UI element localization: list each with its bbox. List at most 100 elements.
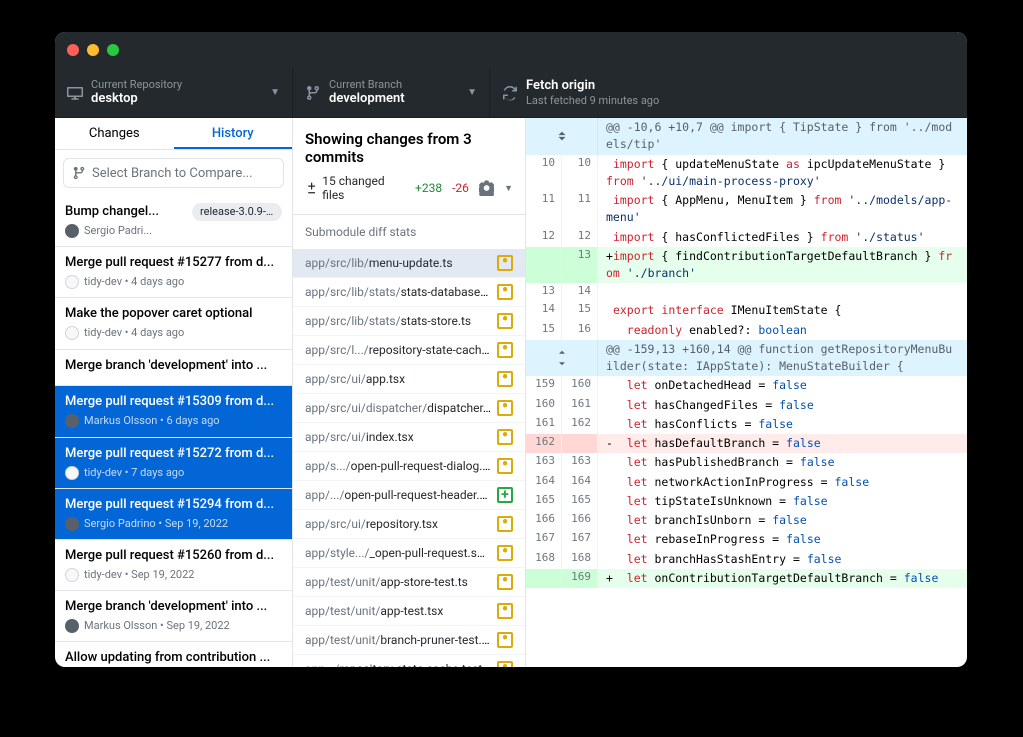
diff-line[interactable]: 1212 import { hasConflictedFiles } from … xyxy=(526,228,967,247)
diff-line[interactable]: 168168 let branchHasStashEntry = false xyxy=(526,550,967,569)
maximize-window-button[interactable] xyxy=(107,44,119,56)
commit-item[interactable]: Merge pull request #15294 from d...Sergi… xyxy=(55,489,292,540)
file-item[interactable]: app/src/l.../repository-state-cache.ts• xyxy=(293,336,525,365)
modified-icon: • xyxy=(497,400,513,416)
commit-meta: Markus Olsson • 6 days ago xyxy=(65,414,282,428)
old-line-number: 14 xyxy=(526,301,562,320)
new-line-number: 161 xyxy=(562,396,598,415)
old-line-number: 10 xyxy=(526,155,562,192)
old-line-number: 11 xyxy=(526,191,562,228)
diff-code: let hasChangedFiles = false xyxy=(598,396,967,415)
repo-dropdown-value: desktop xyxy=(91,91,262,107)
branch-icon xyxy=(72,166,86,180)
file-item[interactable]: app/src/ui/app.tsx• xyxy=(293,365,525,394)
modified-icon: • xyxy=(497,545,513,561)
deletions-count: -26 xyxy=(452,181,469,195)
commit-item[interactable]: Merge pull request #15272 from d...tidy-… xyxy=(55,438,292,489)
chevron-down-icon[interactable]: ▼ xyxy=(504,183,513,194)
diff-line[interactable]: 159160 let onDetachedHead = false xyxy=(526,376,967,395)
commit-list[interactable]: Bump changel...release-3.0.9-...Sergio P… xyxy=(55,196,292,667)
file-item[interactable]: app/src/ui/index.tsx• xyxy=(293,423,525,452)
file-item[interactable]: app/style.../_open-pull-request.scss• xyxy=(293,539,525,568)
diff-line[interactable]: 164164 let networkActionInProgress = fal… xyxy=(526,473,967,492)
modified-icon: • xyxy=(497,661,513,667)
commit-tag: release-3.0.9-... xyxy=(192,203,282,221)
commit-item[interactable]: Merge branch 'development' into ...Marku… xyxy=(55,591,292,642)
file-item[interactable]: app/src/lib/stats/stats-store.ts• xyxy=(293,307,525,336)
avatar xyxy=(65,568,79,582)
expand-hunk-button[interactable] xyxy=(526,340,598,377)
diff-line[interactable]: 166166 let branchIsUnborn = false xyxy=(526,511,967,530)
old-line-number: 167 xyxy=(526,530,562,549)
commit-item[interactable]: Merge pull request #15260 from d...tidy-… xyxy=(55,540,292,591)
file-item[interactable]: app/test/unit/app-store-test.ts• xyxy=(293,568,525,597)
file-item[interactable]: app/test/unit/app-test.tsx• xyxy=(293,597,525,626)
commit-item[interactable]: Merge pull request #15309 from d...Marku… xyxy=(55,386,292,437)
diff-line[interactable]: 1314 xyxy=(526,283,967,301)
diff-line[interactable]: 169+ let onContributionTargetDefaultBran… xyxy=(526,569,967,588)
compare-branch-selector[interactable]: Select Branch to Compare... xyxy=(63,158,284,188)
file-path: app/.../open-pull-request-header.tsx xyxy=(305,488,491,502)
file-path: app/s.../open-pull-request-dialog.tsx xyxy=(305,459,491,473)
diff-hunk-header[interactable]: @@ -10,6 +10,7 @@ import { TipState } fr… xyxy=(526,118,967,155)
diff-line[interactable]: 1516 readonly enabled?: boolean xyxy=(526,321,967,340)
new-line-number xyxy=(562,434,598,453)
app-window: Current Repository desktop ▼ Current Bra… xyxy=(55,32,967,667)
submodule-stats-label: Submodule diff stats xyxy=(293,215,525,249)
fetch-button[interactable]: Fetch origin Last fetched 9 minutes ago xyxy=(490,68,967,117)
tab-changes[interactable]: Changes xyxy=(55,118,174,149)
commit-item[interactable]: Merge branch 'development' into ... xyxy=(55,350,292,387)
commit-item[interactable]: Make the popover caret optionaltidy-dev … xyxy=(55,298,292,349)
commit-summary-header: Showing changes from 3 commits 15 change… xyxy=(293,118,525,215)
tab-history[interactable]: History xyxy=(174,118,293,149)
file-item[interactable]: app/test/unit/branch-pruner-test.ts• xyxy=(293,626,525,655)
file-list[interactable]: app/src/lib/menu-update.ts•app/src/lib/s… xyxy=(293,249,525,667)
commit-item[interactable]: Merge pull request #15277 from d...tidy-… xyxy=(55,247,292,298)
commit-item[interactable]: Bump changel...release-3.0.9-...Sergio P… xyxy=(55,196,292,247)
old-line-number: 159 xyxy=(526,376,562,395)
commit-meta: tidy-dev • 7 days ago xyxy=(65,466,282,480)
file-item[interactable]: app/src/ui/repository.tsx • xyxy=(293,510,525,539)
new-line-number: 162 xyxy=(562,415,598,434)
diff-line[interactable]: 165165 let tipStateIsUnknown = false xyxy=(526,492,967,511)
file-item[interactable]: app/src/lib/menu-update.ts• xyxy=(293,249,525,278)
file-item[interactable]: app/src/ui/dispatcher/dispatcher.ts• xyxy=(293,394,525,423)
file-path: app.../repository-state-cache-test.ts xyxy=(305,662,491,667)
repository-dropdown[interactable]: Current Repository desktop ▼ xyxy=(55,68,293,117)
commit-meta: Sergio Padrino • Sep 19, 2022 xyxy=(65,517,282,531)
branch-dropdown[interactable]: Current Branch development ▼ xyxy=(293,68,490,117)
old-line-number: 12 xyxy=(526,228,562,247)
file-item[interactable]: app.../repository-state-cache-test.ts • xyxy=(293,655,525,667)
gear-icon[interactable] xyxy=(479,180,494,196)
commit-item[interactable]: Allow updating from contribution ...Mark… xyxy=(55,642,292,667)
file-item[interactable]: app/s.../open-pull-request-dialog.tsx• xyxy=(293,452,525,481)
diff-line[interactable]: 167167 let rebaseInProgress = false xyxy=(526,530,967,549)
diff-line[interactable]: 13+import { findContributionTargetDefaul… xyxy=(526,247,967,284)
avatar xyxy=(65,414,79,428)
file-item[interactable]: app/src/lib/stats/stats-database.ts• xyxy=(293,278,525,307)
expand-hunk-button[interactable] xyxy=(526,118,598,155)
toolbar: Current Repository desktop ▼ Current Bra… xyxy=(55,68,967,118)
diff-code: let rebaseInProgress = false xyxy=(598,530,967,549)
diff-line[interactable]: 1010 import { updateMenuState as ipcUpda… xyxy=(526,155,967,192)
file-path: app/src/lib/menu-update.ts xyxy=(305,256,491,270)
modified-icon: • xyxy=(497,313,513,329)
diff-line[interactable]: 162- let hasDefaultBranch = false xyxy=(526,434,967,453)
diff-hunk-header[interactable]: @@ -159,13 +160,14 @@ function getReposi… xyxy=(526,340,967,377)
diff-code: export interface IMenuItemState { xyxy=(598,301,967,320)
file-item[interactable]: app/.../open-pull-request-header.tsx+ xyxy=(293,481,525,510)
diff-line[interactable]: 160161 let hasChangedFiles = false xyxy=(526,396,967,415)
file-path: app/test/unit/app-store-test.ts xyxy=(305,575,491,589)
diff-line[interactable]: 1111 import { AppMenu, MenuItem } from '… xyxy=(526,191,967,228)
new-line-number: 160 xyxy=(562,376,598,395)
diff-line[interactable]: 161162 let hasConflicts = false xyxy=(526,415,967,434)
diff-view[interactable]: @@ -10,6 +10,7 @@ import { TipState } fr… xyxy=(526,118,967,667)
new-line-number: 14 xyxy=(562,283,598,301)
commit-title: Merge pull request #15277 from d... xyxy=(65,255,274,272)
diff-line[interactable]: 1415 export interface IMenuItemState { xyxy=(526,301,967,320)
file-path: app/src/ui/repository.tsx xyxy=(305,517,491,531)
close-window-button[interactable] xyxy=(67,44,79,56)
modified-icon: • xyxy=(497,516,513,532)
minimize-window-button[interactable] xyxy=(87,44,99,56)
diff-line[interactable]: 163163 let hasPublishedBranch = false xyxy=(526,453,967,472)
